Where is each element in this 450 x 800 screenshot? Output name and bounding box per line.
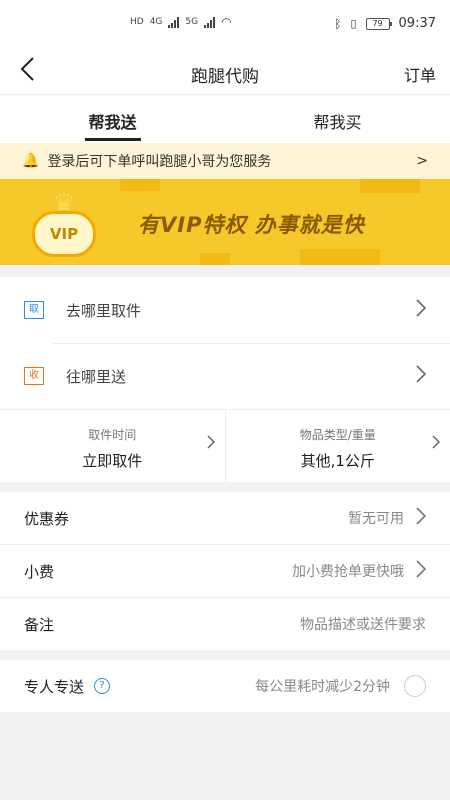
address-section: 取 去哪里取件 收 往哪里送: [0, 277, 450, 409]
orders-button[interactable]: 订单: [404, 62, 436, 86]
banner-slogan: 有VIP特权 办事就是快: [138, 213, 365, 237]
vibrate-icon: ▯: [350, 17, 357, 30]
clock: 09:37: [398, 16, 436, 31]
status-bar: HD 4G 5G ◠ ᛒ ▯ 79 09:37: [0, 0, 450, 50]
dedicated-delivery-radio[interactable]: [404, 675, 426, 697]
nav-bar: 跑腿代购 订单: [0, 50, 450, 95]
dedicated-delivery-desc: 每公里耗时减少2分钟: [255, 679, 390, 695]
system-indicators: ᛒ ▯ 79 09:37: [334, 16, 436, 31]
network-5g-label: 5G: [185, 17, 199, 27]
coupon-label: 优惠券: [24, 509, 70, 528]
pickup-address-label: 去哪里取件: [66, 301, 142, 320]
network-indicators: HD 4G 5G ◠: [130, 15, 232, 29]
page-title: 跑腿代购: [191, 67, 259, 87]
chevron-right-icon: [206, 434, 215, 454]
remark-row[interactable]: 备注 物品描述或送件要求: [0, 598, 450, 650]
wifi-icon: ◠: [221, 15, 232, 29]
pickup-tag: 取: [24, 301, 44, 319]
pickup-address-row[interactable]: 取 去哪里取件: [0, 277, 450, 343]
pickup-time-label: 取件时间: [88, 428, 137, 442]
login-notice[interactable]: 🔔 登录后可下单呼叫跑腿小哥为您服务 >: [0, 143, 450, 179]
item-type-label: 物品类型/重量: [299, 428, 376, 442]
header: HD 4G 5G ◠ ᛒ ▯ 79 09:37 跑腿代购 订单 帮我送 帮我买: [0, 0, 450, 143]
bell-icon: 🔔: [22, 153, 40, 169]
dedicated-delivery-label: 专人专送: [24, 677, 85, 696]
tip-value: 加小费抢单更快哦: [292, 564, 404, 580]
tip-row[interactable]: 小费 加小费抢单更快哦: [0, 545, 450, 598]
tab-send[interactable]: 帮我送: [0, 95, 225, 143]
chevron-right-icon: [416, 506, 427, 530]
item-type-value: 其他,1公斤: [300, 452, 375, 470]
vip-badge-label: VIP: [32, 211, 96, 257]
network-4g-label: 4G: [149, 17, 163, 27]
notice-arrow-icon: >: [416, 153, 428, 169]
tip-label: 小费: [24, 562, 55, 581]
delivery-address-label: 往哪里送: [66, 367, 127, 386]
item-type-selector[interactable]: 物品类型/重量 其他,1公斤: [224, 410, 450, 482]
coupon-value: 暂无可用: [348, 511, 404, 527]
pickup-details: 取件时间 立即取件 物品类型/重量 其他,1公斤: [0, 409, 450, 482]
notice-text: 登录后可下单呼叫跑腿小哥为您服务: [47, 154, 272, 170]
tab-bar: 帮我送 帮我买: [0, 95, 450, 143]
vip-banner[interactable]: ♛ VIP 有VIP特权 办事就是快: [0, 179, 450, 265]
remark-input[interactable]: 物品描述或送件要求: [300, 614, 426, 634]
deliver-tag: 收: [24, 367, 44, 385]
dedicated-delivery-row: 专人专送 ? 每公里耗时减少2分钟: [0, 660, 450, 712]
remark-label: 备注: [24, 615, 55, 634]
delivery-address-row[interactable]: 收 往哪里送: [0, 343, 450, 409]
coupon-row[interactable]: 优惠券 暂无可用: [0, 492, 450, 545]
chevron-right-icon: [416, 298, 427, 323]
order-options: 优惠券 暂无可用 小费 加小费抢单更快哦 备注 物品描述或送件要求: [0, 492, 450, 650]
vip-crown-icon: ♛ VIP: [22, 191, 106, 257]
bluetooth-icon: ᛒ: [334, 16, 342, 31]
chevron-right-icon: [432, 434, 441, 454]
signal-icon-2: [204, 16, 216, 28]
chevron-right-icon: [416, 364, 427, 389]
pickup-time-value: 立即取件: [82, 452, 143, 470]
battery-icon: 79: [365, 17, 392, 30]
tab-buy[interactable]: 帮我买: [225, 95, 450, 143]
signal-icon: [168, 16, 180, 28]
chevron-right-icon: [416, 559, 427, 583]
help-icon[interactable]: ?: [94, 678, 111, 694]
pickup-time-selector[interactable]: 取件时间 立即取件: [0, 410, 225, 482]
hd-badge: HD: [130, 17, 144, 27]
